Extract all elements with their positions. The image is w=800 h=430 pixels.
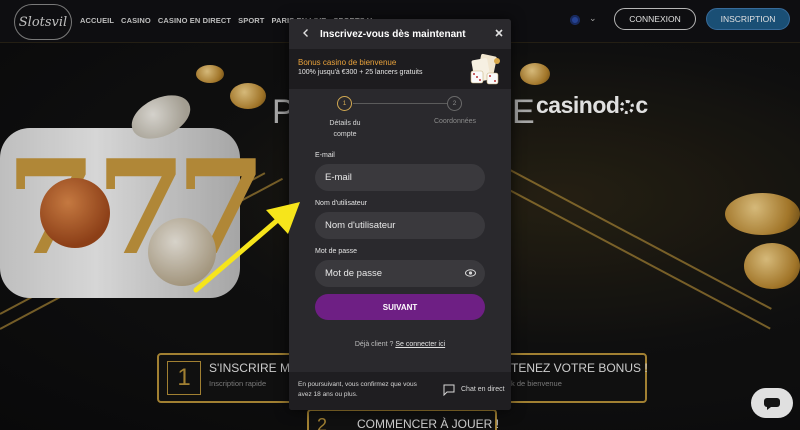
modal-title: Inscrivez-vous dès maintenant	[320, 29, 466, 40]
email-label: E-mail	[315, 152, 335, 159]
stepper-line	[353, 103, 447, 104]
username-field[interactable]	[315, 212, 485, 239]
live-chat-link[interactable]: Chat en direct	[461, 386, 505, 393]
email-field[interactable]	[315, 164, 485, 191]
eye-icon[interactable]	[465, 269, 476, 277]
password-field[interactable]	[315, 260, 485, 287]
step-indicator-active: 1	[337, 96, 352, 111]
bonus-title: Bonus casino de bienvenue	[298, 58, 397, 67]
close-icon[interactable]	[494, 28, 504, 38]
modal-footer: En poursuivant, vous confirmez que vous …	[289, 372, 511, 410]
step-label-contact-details: Coordonnées	[433, 118, 477, 125]
chevron-left-icon[interactable]	[301, 28, 311, 38]
dice-cards-icon	[470, 53, 500, 85]
modal-header: Inscrivez-vous dès maintenant	[289, 19, 511, 49]
welcome-bonus-banner: Bonus casino de bienvenue 100% jusqu'à €…	[289, 49, 511, 89]
age-disclaimer: En poursuivant, vous confirmez que vous …	[298, 381, 417, 398]
username-label: Nom d'utilisateur	[315, 200, 367, 207]
password-label: Mot de passe	[315, 248, 358, 255]
step-label-account-details: Détails du compte	[329, 120, 361, 138]
login-link[interactable]: Se connecter ici	[395, 341, 445, 348]
chat-icon[interactable]	[443, 384, 455, 396]
annotation-arrow-icon	[193, 202, 300, 293]
next-button[interactable]: SUIVANT	[315, 294, 485, 320]
step-indicator-inactive: 2	[447, 96, 462, 111]
registration-modal: Inscrivez-vous dès maintenant Bonus casi…	[289, 19, 511, 410]
login-prompt-text: Déjà client ?	[354, 341, 394, 348]
bonus-description: 100% jusqu'à €300 + 25 lancers gratuits	[298, 69, 423, 76]
login-prompt: Déjà client ? Se connecter ici	[289, 341, 511, 348]
registration-stepper: 1 2 Détails du compte Coordonnées	[289, 93, 511, 143]
